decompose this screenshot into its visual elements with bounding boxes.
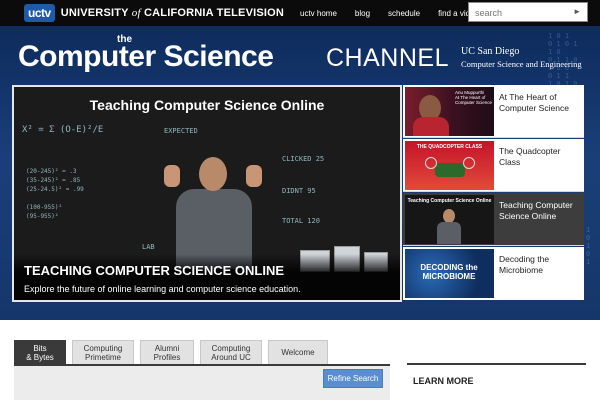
video-list: Anu Muppurthi At The Heart of Computer S… [403,85,584,302]
presenter-figure [164,157,264,269]
channel-title-suffix: CHANNEL [326,44,449,72]
tab-welcome[interactable]: Welcome [268,340,328,364]
chalk-clicked: CLICKED 25 [282,155,325,163]
tab-bits-and-bytes[interactable]: Bits & Bytes [14,340,66,364]
uctv-logo-text: UNIVERSITY of CALIFORNIA TELEVISION [61,7,284,19]
nav-uctv-home[interactable]: uctv home [300,9,337,18]
presenter-right-hand [246,165,262,187]
binary-decoration-lower: 1 0 1 0 1 [586,226,591,266]
nav-blog[interactable]: blog [355,9,370,18]
nav-schedule[interactable]: schedule [388,9,420,18]
chalk-expected: EXPECTED [164,127,198,135]
chalk-formula: X² = Σ (O-E)²/E [22,125,104,135]
uctv-logo[interactable]: uctv UNIVERSITY of CALIFORNIA TELEVISION [24,3,284,23]
video-list-item-microbiome[interactable]: DECODING the MICROBIOME Decoding the Mic… [403,247,584,300]
featured-heading[interactable]: TEACHING COMPUTER SCIENCE ONLINE [24,263,284,278]
learn-more-heading: LEARN MORE [407,363,586,386]
video-list-label: Decoding the Microbiome [499,254,550,275]
thumbnail-microbiome: DECODING the MICROBIOME [405,249,494,298]
ucsd-affiliation: UC San Diego Computer Science and Engine… [461,46,582,70]
uctv-logo-mark: uctv [24,4,55,22]
thumbnail-caption: Anu Muppurthi At The Heart of Computer S… [455,90,493,105]
refine-search-button[interactable]: Refine Search [323,369,383,388]
search-arrow-icon[interactable]: ► [573,7,581,16]
video-list-item-heart-of-cs[interactable]: Anu Muppurthi At The Heart of Computer S… [403,85,584,138]
featured-video-title: Teaching Computer Science Online [89,97,325,113]
video-list-label: At The Heart of Computer Science [499,92,569,113]
rotor [463,157,475,169]
quadcopter-body [435,163,465,177]
thumbnail-quadcopter: THE QUADCOPTER CLASS [405,141,494,190]
featured-subtitle: Explore the future of online learning an… [24,284,301,294]
video-list-item-quadcopter[interactable]: THE QUADCOPTER CLASS The Quadcopter Clas… [403,139,584,192]
logo-text-university: UNIVERSITY [60,7,129,19]
thumbnail-caption: Teaching Computer Science Online [407,198,492,204]
rotor [425,157,437,169]
chalk-notes: (20-245)² = .3 (35-245)² = .85 (25-24.5)² … [26,168,84,220]
thumbnail-caption: THE QUADCOPTER CLASS [416,144,483,150]
video-list-label: Teaching Computer Science Online [499,200,573,221]
video-list-label: The Quadcopter Class [499,146,561,167]
category-tabs: Bits & Bytes Computing Primetime Alumni … [14,340,334,364]
ucsd-department: Computer Science and Engineering [461,59,582,69]
thumbnail-person [443,209,455,223]
search-box: ► [468,2,588,22]
search-input[interactable] [469,4,569,22]
tab-alumni-profiles[interactable]: Alumni Profiles [140,340,194,364]
presenter-head [199,157,227,191]
thumbnail-person-body [437,222,461,244]
tab-computing-around-uc[interactable]: Computing Around UC [200,340,262,364]
tab-computing-primetime[interactable]: Computing Primetime [72,340,134,364]
channel-title: Computer Science [18,40,274,73]
thumbnail-heart-of-cs: Anu Muppurthi At The Heart of Computer S… [405,87,494,136]
thumbnail-person-body [413,117,449,136]
presenter-left-hand [164,165,180,187]
ucsd-name: UC San Diego [461,46,520,57]
thumbnail-caption: DECODING the MICROBIOME [420,263,478,281]
logo-text-of: of [131,7,141,19]
chalk-lab: LAB [142,243,155,251]
video-list-item-teaching-cs[interactable]: Teaching Computer Science Online Teachin… [403,193,584,246]
featured-video[interactable]: Teaching Computer Science Online X² = Σ … [12,85,402,302]
thumbnail-teaching-cs: Teaching Computer Science Online [405,195,494,244]
channel-banner: 1 0 1 0 1 0 1 1 0 0 1 1 0 1 0 0 0 1 1 1 … [0,26,600,320]
chalk-total: TOTAL 120 [282,217,320,225]
logo-text-california: CALIFORNIA TELEVISION [144,7,285,19]
top-bar: uctv UNIVERSITY of CALIFORNIA TELEVISION… [0,0,600,26]
chalk-didnt: DIDNT 95 [282,187,316,195]
